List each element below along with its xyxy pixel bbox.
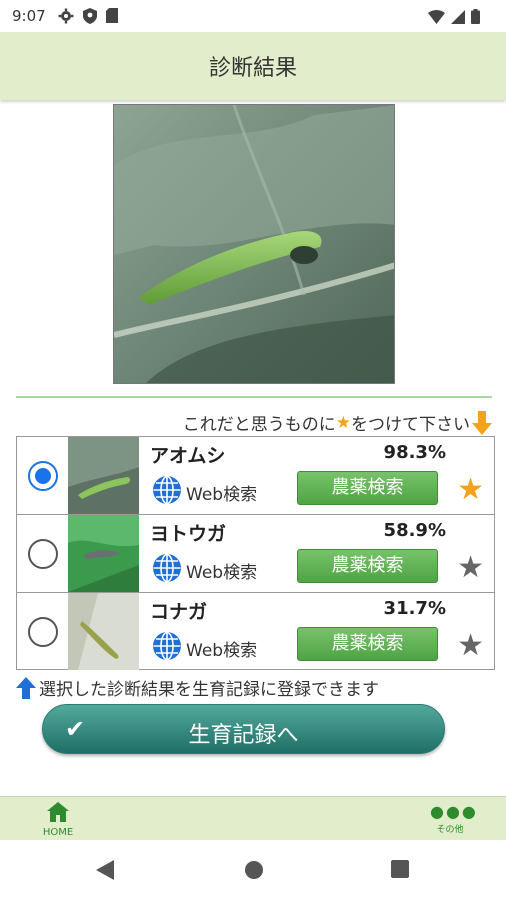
arrow-up-icon <box>16 676 36 699</box>
result-thumbnail <box>68 437 139 514</box>
result-row: アオムシ 98.3% Web検索 農薬検索 ★ <box>17 437 494 515</box>
select-radio[interactable] <box>28 539 58 569</box>
nav-more[interactable]: ●●● その他 <box>430 802 478 836</box>
section-divider <box>16 396 492 398</box>
back-icon[interactable] <box>96 860 114 884</box>
result-name: アオムシ <box>150 445 226 467</box>
growth-record-button[interactable]: ✔ 生育記録へ <box>42 704 445 754</box>
pesticide-search-button[interactable]: 農薬検索 <box>297 471 438 505</box>
battery-icon <box>471 9 480 28</box>
result-name: ヨトウガ <box>150 523 227 545</box>
home-icon <box>47 802 69 826</box>
nav-home[interactable]: HOME <box>38 802 78 838</box>
instruction-prefix: これだと思うものに <box>182 415 336 435</box>
shield-icon <box>83 8 97 28</box>
favorite-star-icon[interactable]: ★ <box>457 631 484 661</box>
result-row: ヨトウガ 58.9% Web検索 農薬検索 ★ <box>17 515 494 593</box>
result-percent: 31.7% <box>383 598 446 619</box>
globe-icon <box>152 475 182 510</box>
favorite-star-icon[interactable]: ★ <box>457 475 484 505</box>
bottom-nav: HOME ●●● その他 <box>0 796 506 840</box>
nav-home-label: HOME <box>42 827 74 838</box>
select-radio[interactable] <box>28 461 58 491</box>
system-nav-bar <box>0 840 506 900</box>
register-note: 選択した診断結果を生育記録に登録できます <box>16 675 379 700</box>
result-row: コナガ 31.7% Web検索 農薬検索 ★ <box>17 593 494 671</box>
nav-more-label: その他 <box>436 825 464 835</box>
register-note-text: 選択した診断結果を生育記録に登録できます <box>39 680 379 700</box>
home-circle-icon[interactable] <box>244 860 264 884</box>
result-thumbnail <box>68 515 139 592</box>
gear-icon <box>58 8 74 28</box>
star-instruction: これだと思うものに ★ をつけて下さい <box>183 410 492 435</box>
globe-icon <box>152 553 182 588</box>
arrow-down-icon <box>472 410 492 435</box>
pesticide-search-button[interactable]: 農薬検索 <box>297 549 438 583</box>
growth-record-label: 生育記録へ <box>188 723 299 748</box>
result-percent: 98.3% <box>383 442 446 463</box>
result-name: コナガ <box>150 601 208 623</box>
globe-icon <box>152 631 182 666</box>
status-bar: 9:07 <box>0 0 506 32</box>
web-search-link[interactable]: Web検索 <box>152 553 257 588</box>
more-dots-icon: ●●● <box>430 802 478 821</box>
favorite-star-icon[interactable]: ★ <box>457 553 484 583</box>
result-list: アオムシ 98.3% Web検索 農薬検索 ★ ヨトウガ 58.9% Web検索… <box>16 436 495 670</box>
web-search-label: Web検索 <box>186 641 258 661</box>
select-radio[interactable] <box>28 617 58 647</box>
pesticide-search-button[interactable]: 農薬検索 <box>297 627 438 661</box>
diagnosis-photo <box>113 104 395 384</box>
web-search-label: Web検索 <box>186 563 258 583</box>
result-percent: 58.9% <box>383 520 446 541</box>
status-time: 9:07 <box>12 7 46 25</box>
page-title: 診断結果 <box>208 56 297 81</box>
signal-icon <box>451 9 465 28</box>
result-thumbnail <box>68 593 139 670</box>
wifi-icon <box>428 9 445 28</box>
app-bar: 診断結果 <box>0 32 506 100</box>
instruction-star: ★ <box>335 412 351 433</box>
web-search-link[interactable]: Web検索 <box>152 631 257 666</box>
web-search-link[interactable]: Web検索 <box>152 475 257 510</box>
recents-icon[interactable] <box>391 860 409 882</box>
sd-card-icon <box>106 8 118 28</box>
instruction-suffix: をつけて下さい <box>351 415 470 435</box>
web-search-label: Web検索 <box>186 485 258 505</box>
